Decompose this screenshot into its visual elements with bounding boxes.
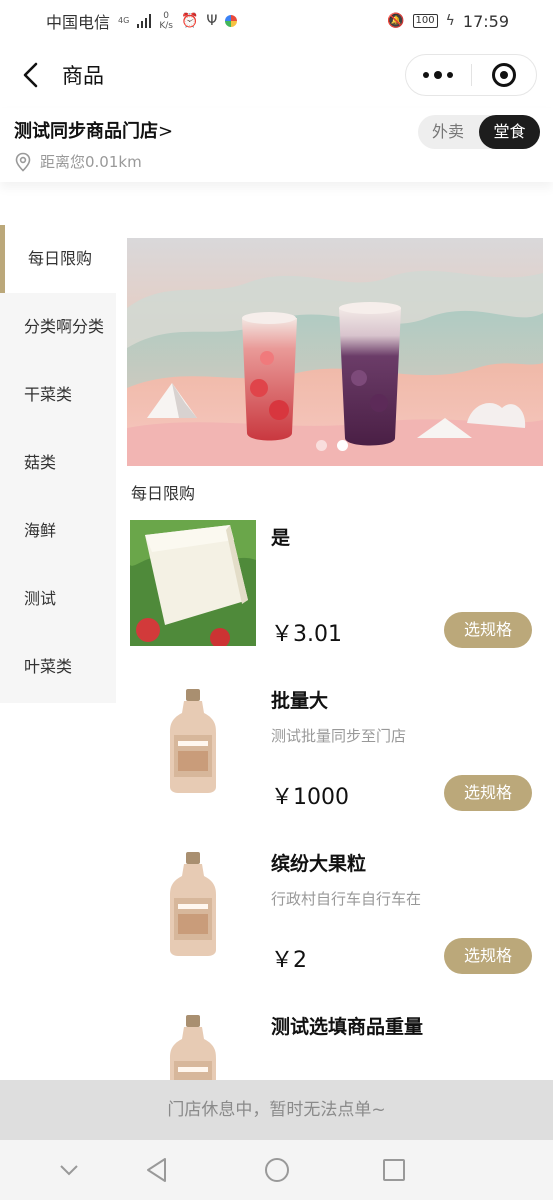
usb-icon: Ψ [206, 13, 218, 29]
category-sidebar: 每日限购 分类啊分类 干菜类 菇类 海鲜 测试 叶菜类 [0, 225, 116, 703]
banner-image [127, 270, 543, 466]
more-dot-icon [447, 72, 454, 78]
mini-program-capsule [405, 54, 537, 96]
product-name: 是 [271, 527, 291, 549]
signal-icon [137, 14, 152, 28]
nav-bar: 商品 [0, 48, 553, 104]
dine-in-tab[interactable]: 堂食 [479, 115, 540, 149]
hide-keyboard-button[interactable] [53, 1154, 85, 1186]
location-pin-icon [15, 152, 31, 172]
store-header: 测试同步商品门店> 距离您0.01km 外卖 堂食 [0, 108, 553, 182]
section-title: 每日限购 [131, 484, 196, 503]
select-spec-button[interactable]: 选规格 [444, 775, 532, 811]
product-description: 行政村自行车自行车在 [271, 890, 422, 908]
square-recents-icon [383, 1159, 405, 1181]
net-speed: 0 K/s [159, 11, 173, 31]
product-name: 缤纷大果粒 [271, 853, 367, 875]
clock: 17:59 [462, 11, 509, 31]
product-price: ￥1000 [271, 785, 349, 810]
alarm-icon: ⏰ [180, 13, 199, 29]
banner-dot-active[interactable] [337, 440, 348, 451]
status-bar: 中国电信 4G 0 K/s ⏰ Ψ 🔕 100 ϟ 17:59 [0, 0, 553, 42]
product-price: ￥2 [271, 948, 307, 973]
chevron-left-icon [23, 62, 38, 88]
category-item[interactable]: 测试 [0, 565, 116, 633]
product-image [130, 520, 256, 646]
product-image [130, 846, 256, 972]
system-nav-bar [0, 1140, 553, 1200]
status-left: 中国电信 4G 0 K/s ⏰ Ψ [46, 9, 238, 33]
promo-banner[interactable] [127, 238, 543, 466]
product-image [130, 683, 256, 809]
more-button[interactable] [406, 55, 471, 95]
more-dot-icon [434, 71, 443, 79]
order-mode-toggle: 外卖 堂食 [418, 115, 540, 149]
app-notification-icon [225, 15, 238, 27]
category-item[interactable]: 菇类 [0, 429, 116, 497]
more-dot-icon [423, 72, 430, 78]
page-title: 商品 [62, 64, 104, 88]
product-card[interactable]: 是 ￥3.01 选规格 [130, 520, 540, 670]
banner-dot[interactable] [316, 440, 327, 451]
target-icon [491, 63, 516, 87]
chevron-right-icon: > [158, 121, 174, 142]
triangle-back-icon [147, 1158, 166, 1182]
category-item[interactable]: 每日限购 [0, 225, 116, 293]
product-price: ￥3.01 [271, 622, 342, 647]
store-closed-notice: 门店休息中，暂时无法点单~ [0, 1080, 553, 1140]
store-name: 测试同步商品门店 [14, 121, 158, 142]
select-spec-button[interactable]: 选规格 [444, 938, 532, 974]
product-name: 测试选填商品重量 [271, 1016, 424, 1038]
circle-home-icon [265, 1158, 289, 1182]
product-name: 批量大 [271, 690, 329, 712]
category-item[interactable]: 干菜类 [0, 361, 116, 429]
product-card[interactable]: 缤纷大果粒 行政村自行车自行车在 ￥2 选规格 [130, 846, 540, 996]
takeout-tab[interactable]: 外卖 [418, 115, 478, 149]
battery-icon: 100 [412, 14, 438, 28]
category-item[interactable]: 海鲜 [0, 497, 116, 565]
product-card[interactable]: 批量大 测试批量同步至门店 ￥1000 选规格 [130, 683, 540, 833]
close-button[interactable] [472, 55, 537, 95]
system-recents-button[interactable] [378, 1154, 410, 1186]
back-button[interactable] [16, 58, 46, 92]
net-speed-value: 0 [163, 11, 169, 21]
product-description: 测试批量同步至门店 [271, 727, 407, 745]
status-right: 🔕 100 ϟ 17:59 [387, 12, 509, 31]
category-item[interactable]: 分类啊分类 [0, 293, 116, 361]
battery-level: 100 [415, 15, 435, 26]
system-back-button[interactable] [141, 1154, 173, 1186]
network-type: 4G [118, 16, 130, 25]
carrier-label: 中国电信 [46, 13, 111, 32]
charging-icon: ϟ [445, 13, 455, 29]
store-name-link[interactable]: 测试同步商品门店> [14, 117, 173, 143]
mute-icon: 🔕 [387, 13, 405, 29]
net-speed-unit: K/s [159, 21, 173, 31]
store-distance: 距离您0.01km [14, 151, 142, 172]
distance-label: 距离您0.01km [40, 153, 142, 171]
chevron-down-icon [60, 1165, 78, 1176]
system-home-button[interactable] [261, 1154, 293, 1186]
banner-indicator [316, 440, 348, 451]
category-item[interactable]: 叶菜类 [0, 633, 116, 701]
select-spec-button[interactable]: 选规格 [444, 612, 532, 648]
